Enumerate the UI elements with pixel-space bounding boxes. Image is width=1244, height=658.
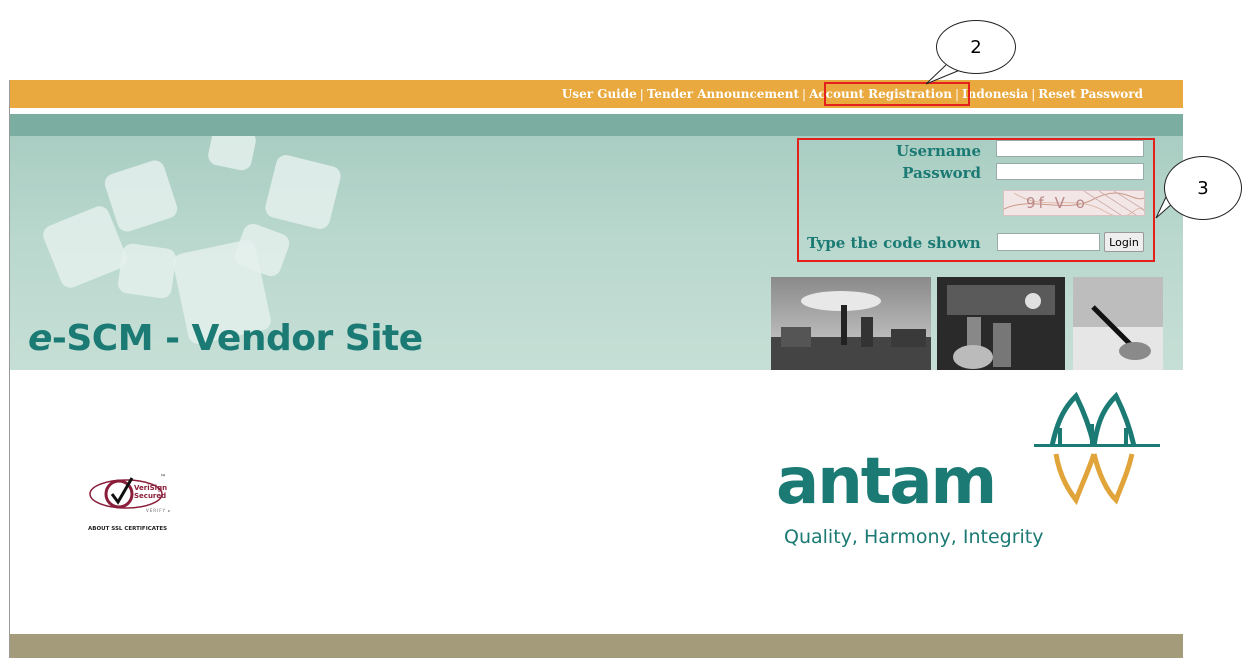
antam-wordmark: antam [776,445,997,519]
puzzle-piece-icon [206,136,258,173]
antam-tagline: Quality, Harmony, Integrity [784,526,1044,548]
banner-top-bar [10,114,1183,136]
footer-bar [10,634,1183,658]
workers-photo [937,277,1065,370]
username-input[interactable] [996,140,1144,157]
username-label: Username [895,142,981,160]
site-title-prefix: e [28,318,52,359]
captcha-text: 9f V o [1026,194,1088,212]
site-title: e-SCM - Vendor Site [28,318,423,359]
callout-2: 2 [936,20,1016,74]
about-ssl-certificates-link[interactable]: ABOUT SSL CERTIFICATES [88,526,167,532]
password-label: Password [902,164,981,182]
antam-logo-icon [1034,391,1160,506]
nav-separator: | [639,87,644,101]
verisign-seal[interactable]: VeriSign Secured ™ VERIFY ▸ [88,472,208,534]
captcha-image: 9f V o [1003,190,1145,216]
nav-separator: | [802,87,807,101]
puzzle-piece-icon [263,152,343,232]
nav-separator: | [1031,87,1036,101]
puzzle-piece-icon [102,157,180,235]
verisign-line2: Secured [134,492,167,500]
nav-tender-announcement-link[interactable]: Tender Announcement [647,87,799,101]
captcha-code-label: Type the code shown [807,234,981,252]
nav-reset-password-link[interactable]: Reset Password [1038,87,1143,101]
login-button[interactable]: Login [1104,232,1144,252]
verisign-verify: VERIFY ▸ [146,508,172,513]
verisign-line1: VeriSign [134,484,168,492]
industrial-plant-photo [771,277,931,370]
verisign-checkmark-icon [89,477,163,509]
nav-user-guide-link[interactable]: User Guide [562,87,637,101]
puzzle-piece-icon [116,242,178,300]
verisign-trademark: ™ [160,474,166,481]
signing-document-photo [1073,277,1163,370]
captcha-code-input[interactable] [997,233,1100,251]
password-input[interactable] [996,163,1144,180]
callout-3: 3 [1164,156,1242,220]
site-title-rest: -SCM - Vendor Site [51,318,423,359]
